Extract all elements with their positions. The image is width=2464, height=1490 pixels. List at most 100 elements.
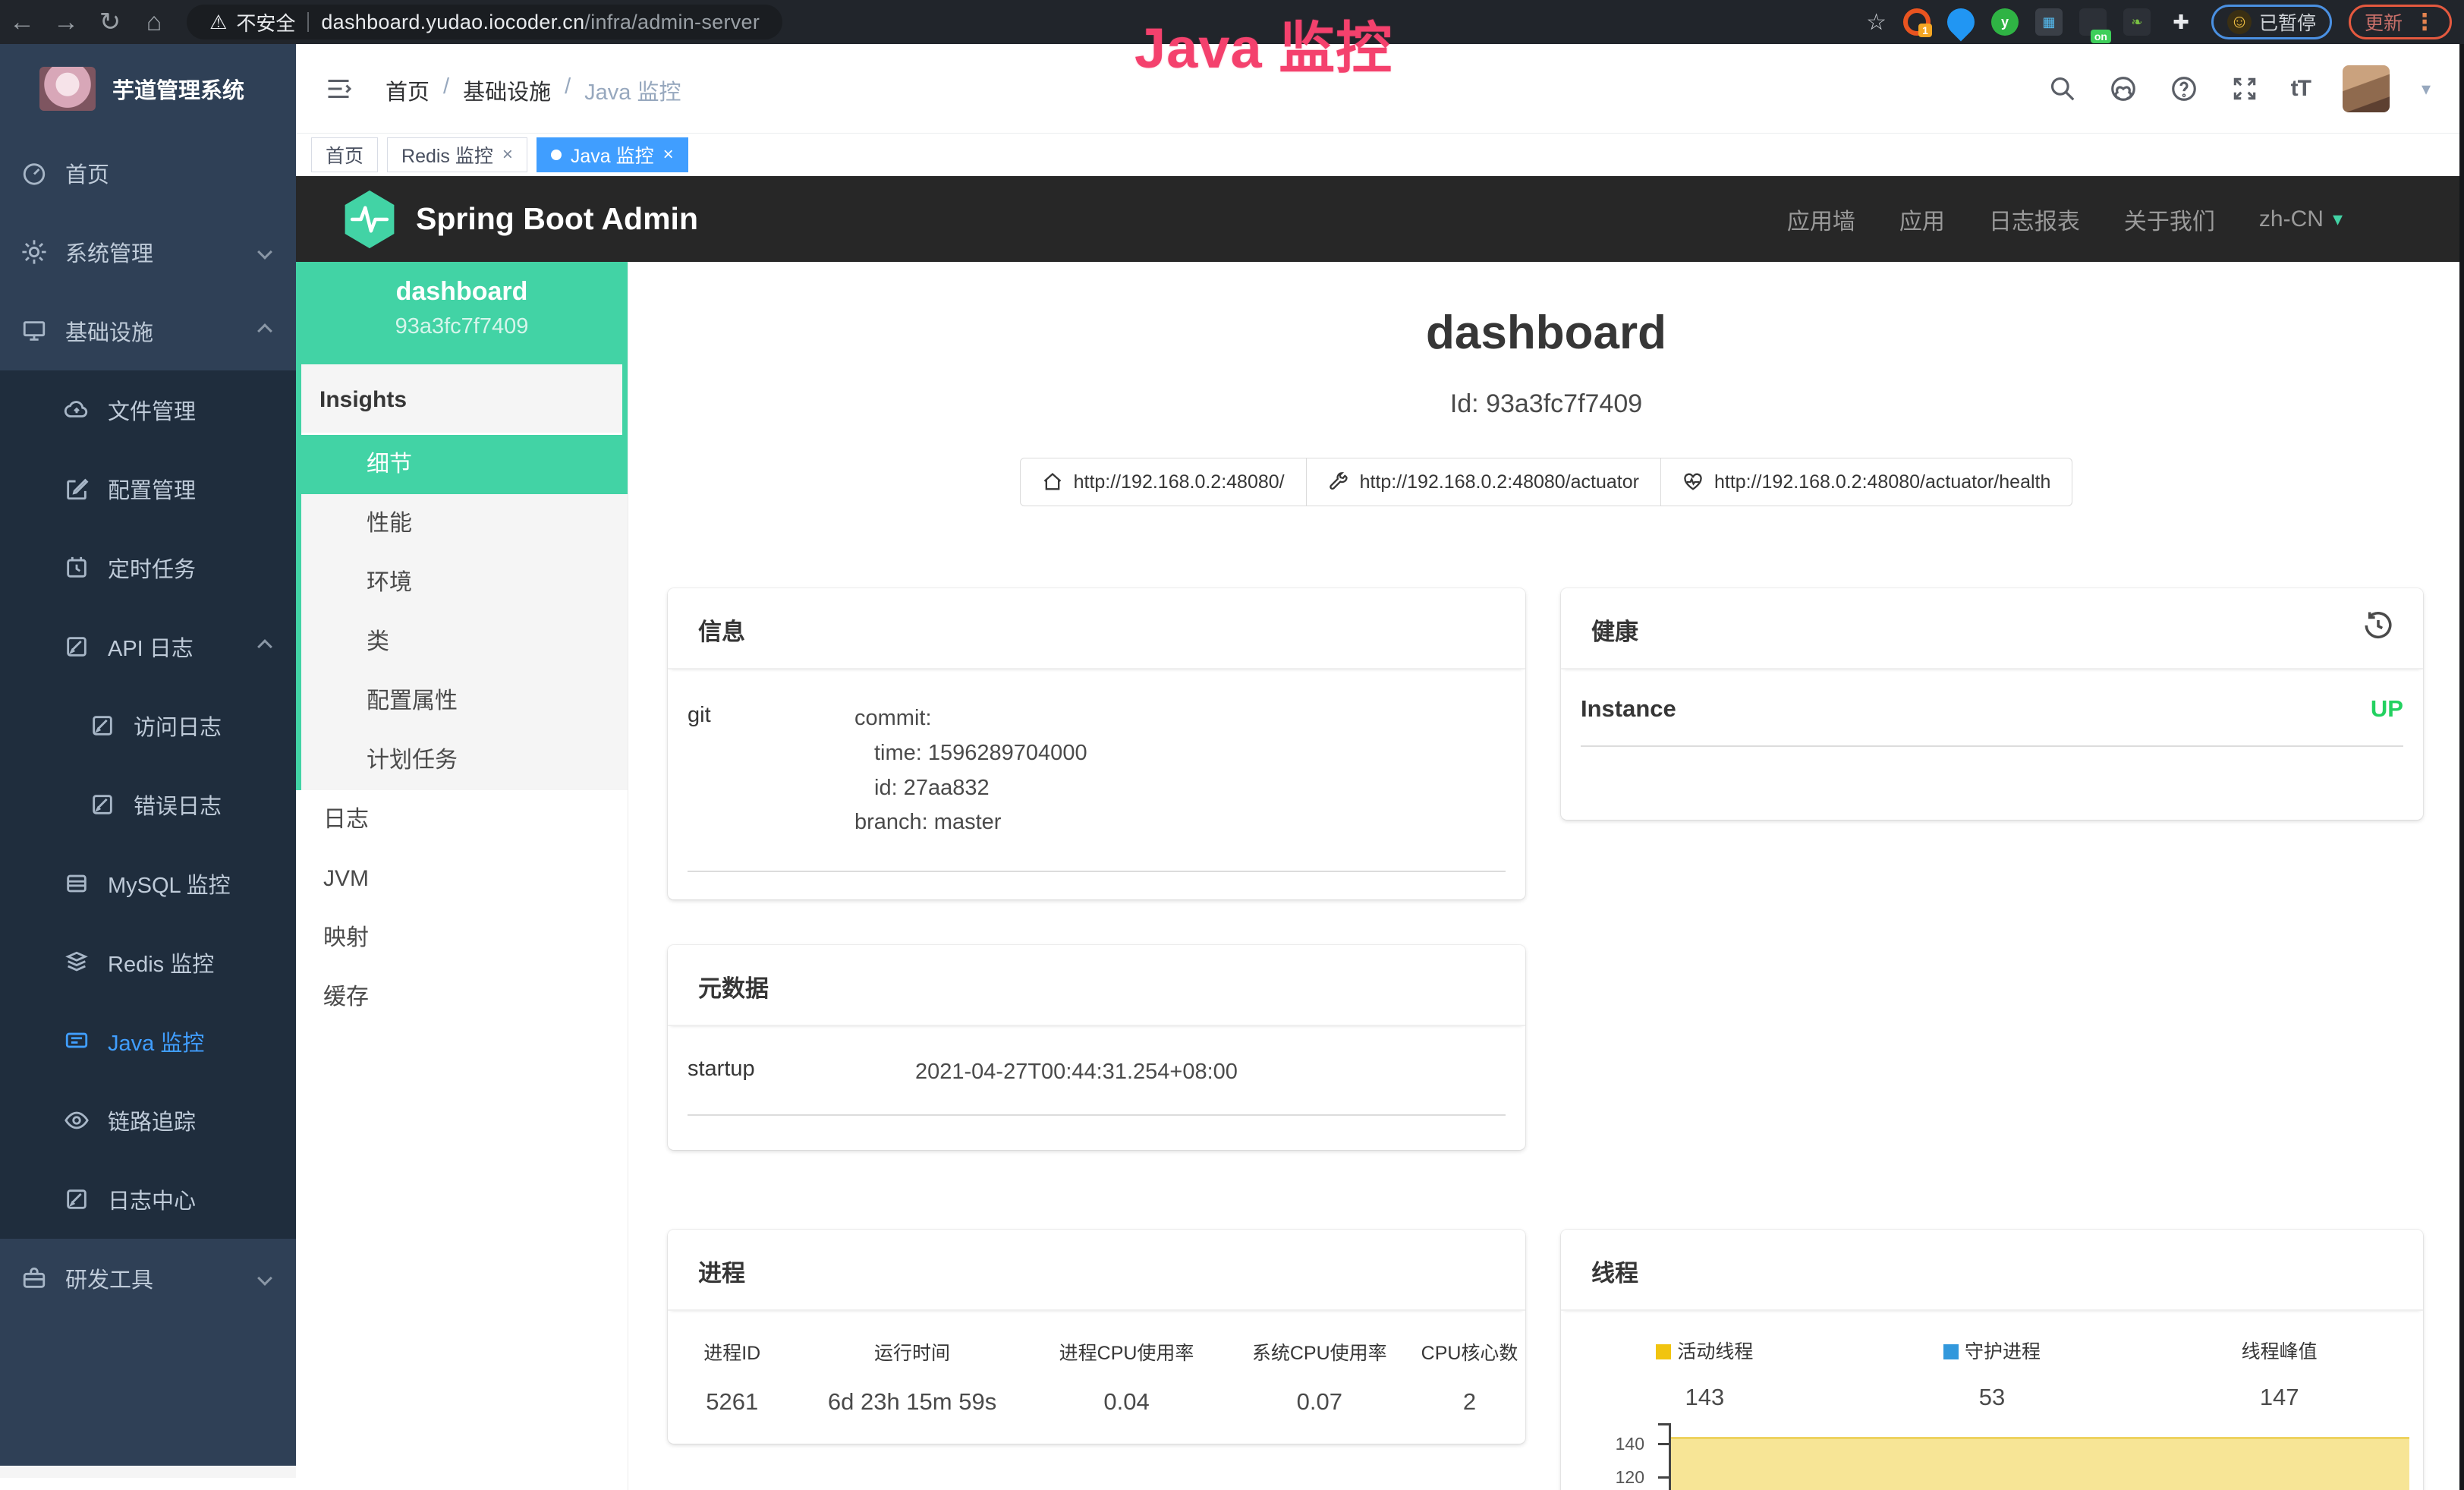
chevron-up-icon bbox=[257, 323, 272, 339]
process-card-header: 进程 bbox=[668, 1230, 1525, 1311]
legend-yellow-swatch bbox=[1656, 1344, 1671, 1359]
browser-menu-icon[interactable]: ⋮ bbox=[2413, 9, 2436, 36]
sidebar-item-scheduled-jobs[interactable]: 定时任务 bbox=[0, 528, 296, 607]
sidebar-item-error-log[interactable]: 错误日志 bbox=[0, 765, 296, 844]
fullscreen-icon[interactable] bbox=[2230, 74, 2259, 103]
heart-pulse-icon bbox=[1682, 471, 1704, 493]
extension-grid-icon[interactable]: ▦ bbox=[2035, 8, 2063, 36]
sidebar-item-mysql-monitor[interactable]: MySQL 监控 bbox=[0, 844, 296, 923]
sba-nav-wallboard[interactable]: 应用墙 bbox=[1787, 203, 1855, 236]
sidebar-item-system[interactable]: 系统管理 bbox=[0, 213, 296, 291]
browser-home-icon[interactable]: ⌂ bbox=[132, 8, 176, 37]
extension-pin-icon[interactable] bbox=[1942, 3, 1981, 42]
threads-legend: 活动线程 守护进程 线程峰值 bbox=[1561, 1337, 2423, 1364]
sidebar-item-java-monitor[interactable]: Java 监控 bbox=[0, 1002, 296, 1081]
sba-content: dashboard Id: 93a3fc7f7409 http://192.16… bbox=[628, 262, 2464, 1490]
extensions-puzzle-icon[interactable]: ✚ bbox=[2167, 8, 2195, 36]
user-caret-icon[interactable]: ▾ bbox=[2422, 78, 2431, 100]
actuator-url-button[interactable]: http://192.168.0.2:48080/actuator bbox=[1306, 458, 1661, 506]
sba-nav-about[interactable]: 关于我们 bbox=[2124, 203, 2215, 236]
process-value-row: 5261 6d 23h 15m 59s 0.04 0.07 2 bbox=[668, 1388, 1525, 1416]
service-url-button[interactable]: http://192.168.0.2:48080/ bbox=[1020, 458, 1307, 506]
sba-nav-journal[interactable]: 日志报表 bbox=[1989, 203, 2080, 236]
sba-locale-select[interactable]: zh-CN▾ bbox=[2259, 206, 2343, 232]
extension-switch-icon[interactable]: on bbox=[2079, 8, 2107, 36]
cpu-count-value: 2 bbox=[1414, 1388, 1525, 1416]
spring-boot-admin-logo[interactable] bbox=[343, 189, 396, 250]
legend-label: 守护进程 bbox=[1965, 1341, 2041, 1362]
sba-menu-scheduled-tasks[interactable]: 计划任务 bbox=[296, 731, 628, 790]
sba-menu-details[interactable]: 细节 bbox=[296, 435, 628, 494]
sba-menu-caches[interactable]: 缓存 bbox=[296, 968, 628, 1027]
help-icon[interactable] bbox=[2170, 74, 2198, 103]
instance-id: 93a3fc7f7409 bbox=[296, 314, 628, 339]
wrench-icon bbox=[1328, 471, 1349, 493]
threads-card: 线程 活动线程 守护进程 线程峰值 143 53 147 140 120 100 bbox=[1561, 1230, 2423, 1490]
font-size-icon[interactable]: tT bbox=[2291, 76, 2311, 102]
sidebar-item-dev-tools[interactable]: 研发工具 bbox=[0, 1239, 296, 1318]
tag-java-monitor[interactable]: Java 监控× bbox=[537, 137, 688, 172]
hamburger-icon[interactable] bbox=[323, 75, 354, 102]
active-tag-dot bbox=[551, 150, 562, 160]
sba-menu-jvm[interactable]: JVM bbox=[296, 849, 628, 909]
sidebar-item-infrastructure[interactable]: 基础设施 bbox=[0, 291, 296, 370]
sidebar-item-log-center[interactable]: 日志中心 bbox=[0, 1160, 296, 1239]
dashboard-icon bbox=[21, 160, 47, 186]
sidebar-item-config-management[interactable]: 配置管理 bbox=[0, 449, 296, 528]
sidebar-item-label: API 日志 bbox=[108, 631, 194, 663]
extension-y-icon[interactable]: y bbox=[1991, 8, 2019, 36]
tag-label: 首页 bbox=[326, 141, 363, 169]
browser-forward-icon[interactable]: → bbox=[44, 8, 88, 37]
security-label[interactable]: 不安全 bbox=[236, 8, 295, 36]
actuator-url-label: http://192.168.0.2:48080/actuator bbox=[1360, 471, 1639, 493]
info-card-title: 信息 bbox=[698, 619, 745, 645]
profile-paused-pill[interactable]: ☺已暂停 bbox=[2211, 5, 2332, 39]
breadcrumb-infrastructure[interactable]: 基础设施 bbox=[463, 74, 551, 106]
browser-back-icon[interactable]: ← bbox=[0, 8, 44, 37]
tag-label: Redis 监控 bbox=[401, 141, 493, 169]
sidebar-item-tracing[interactable]: 链路追踪 bbox=[0, 1081, 296, 1160]
browser-reload-icon[interactable]: ↻ bbox=[88, 7, 132, 37]
tag-redis-monitor[interactable]: Redis 监控 × bbox=[387, 137, 527, 172]
health-url-button[interactable]: http://192.168.0.2:48080/actuator/health bbox=[1660, 458, 2072, 506]
y-tick-140: 140 bbox=[1561, 1434, 1644, 1454]
sba-menu-logs[interactable]: 日志 bbox=[296, 790, 628, 849]
tag-close-icon[interactable]: × bbox=[502, 144, 513, 165]
sba-menu-environment[interactable]: 环境 bbox=[296, 553, 628, 613]
sidebar-item-home[interactable]: 首页 bbox=[0, 134, 296, 213]
address-bar[interactable]: ⚠ 不安全 dashboard.yudao.iocoder.cn/infra/a… bbox=[187, 5, 782, 39]
tag-close-icon[interactable]: × bbox=[663, 144, 674, 165]
metadata-card-header: 元数据 bbox=[668, 945, 1525, 1026]
sidebar-item-access-log[interactable]: 访问日志 bbox=[0, 686, 296, 765]
app-logo-image bbox=[39, 67, 96, 111]
breadcrumb-home[interactable]: 首页 bbox=[385, 74, 430, 106]
sba-brand-title[interactable]: Spring Boot Admin bbox=[416, 201, 698, 237]
info-git-value: commit: time: 1596289704000 id: 27aa832 … bbox=[854, 701, 1087, 840]
user-avatar[interactable] bbox=[2343, 65, 2390, 112]
system-cpu-value: 0.07 bbox=[1225, 1388, 1414, 1416]
url-text[interactable]: dashboard.yudao.iocoder.cn/infra/admin-s… bbox=[321, 11, 760, 34]
sidebar-item-redis-monitor[interactable]: Redis 监控 bbox=[0, 923, 296, 1002]
sidebar-item-file-management[interactable]: 文件管理 bbox=[0, 370, 296, 449]
sba-menu-classes[interactable]: 类 bbox=[296, 613, 628, 672]
search-icon[interactable] bbox=[2048, 74, 2077, 103]
instance-header[interactable]: dashboard 93a3fc7f7409 bbox=[296, 262, 628, 364]
update-button[interactable]: 更新⋮ bbox=[2349, 5, 2452, 39]
instance-name: dashboard bbox=[296, 277, 628, 307]
app-logo-row[interactable]: 芋道管理系统 bbox=[0, 44, 296, 134]
github-icon[interactable] bbox=[2109, 74, 2138, 103]
sba-menu-config-props[interactable]: 配置属性 bbox=[296, 672, 628, 731]
history-icon[interactable] bbox=[2362, 610, 2394, 641]
peak-threads-value: 147 bbox=[2135, 1384, 2423, 1411]
extension-leaf-icon[interactable]: ❧ bbox=[2123, 8, 2151, 36]
sidebar-item-api-log[interactable]: API 日志 bbox=[0, 607, 296, 686]
process-cpu-value: 0.04 bbox=[1028, 1388, 1226, 1416]
extension-orange-icon[interactable]: 1 bbox=[1903, 8, 1931, 36]
bookmark-star-icon[interactable]: ☆ bbox=[1866, 9, 1887, 36]
sba-menu-metrics[interactable]: 性能 bbox=[296, 494, 628, 553]
sba-nav-applications[interactable]: 应用 bbox=[1899, 203, 1945, 236]
sba-menu-mappings[interactable]: 映射 bbox=[296, 909, 628, 968]
window-right-edge bbox=[2459, 44, 2464, 1490]
tag-home[interactable]: 首页 bbox=[311, 137, 378, 172]
live-threads-area bbox=[1671, 1437, 2409, 1490]
